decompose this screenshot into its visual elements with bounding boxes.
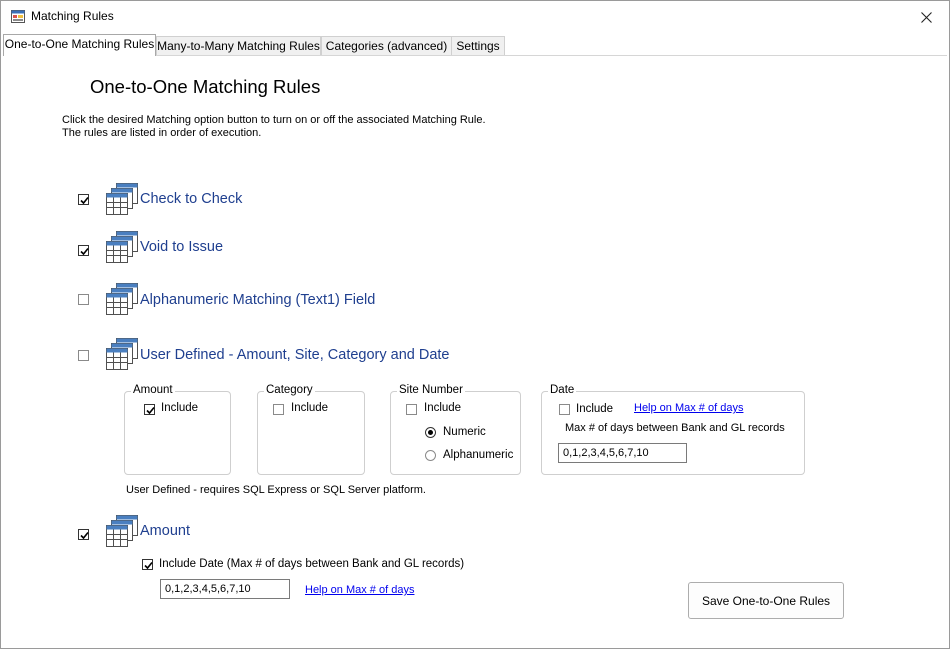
table-stack-icon <box>106 515 138 547</box>
amount-include-label: Include <box>161 402 199 414</box>
category-include-label: Include <box>291 402 329 414</box>
date-max-days-label: Max # of days between Bank and GL record… <box>565 422 785 434</box>
date-max-days-input[interactable]: 0,1,2,3,4,5,6,7,10 <box>558 443 687 463</box>
rule-checkbox-amount[interactable] <box>78 529 89 540</box>
group-title: Amount <box>131 384 175 396</box>
save-one-to-one-rules-button[interactable]: Save One-to-One Rules <box>688 582 844 619</box>
page-description: Click the desired Matching option button… <box>62 114 486 139</box>
checkmark-icon <box>80 196 89 205</box>
amount-include-date-checkbox[interactable] <box>142 559 153 570</box>
rule-label-alphanumeric[interactable]: Alphanumeric Matching (Text1) Field <box>140 292 375 308</box>
rule-label-void-to-issue[interactable]: Void to Issue <box>140 239 223 255</box>
checkmark-icon <box>80 247 89 256</box>
group-date: Date Include Help on Max # of days Max #… <box>541 384 805 475</box>
tab-one-to-one[interactable]: One-to-One Matching Rules <box>3 34 156 56</box>
title-bar: Matching Rules <box>1 1 949 33</box>
table-stack-icon <box>106 338 138 370</box>
site-alphanumeric-label: Alphanumeric <box>443 449 514 461</box>
date-include-label: Include <box>576 403 614 415</box>
app-window-icon <box>11 10 25 23</box>
group-title: Category <box>264 384 315 396</box>
group-title: Site Number <box>397 384 465 396</box>
tab-label: Categories (advanced) <box>325 39 448 53</box>
category-include-checkbox[interactable] <box>273 404 284 415</box>
tab-settings[interactable]: Settings <box>451 36 505 55</box>
group-category: Category Include <box>257 384 365 475</box>
rule-label-check-to-check[interactable]: Check to Check <box>140 191 242 207</box>
close-icon <box>920 11 932 23</box>
checkmark-icon <box>146 406 155 415</box>
site-numeric-radio[interactable] <box>425 427 436 438</box>
tab-many-to-many[interactable]: Many-to-Many Matching Rules <box>156 36 321 55</box>
amount-include-date-label: Include Date (Max # of days between Bank… <box>159 558 465 570</box>
page-title: One-to-One Matching Rules <box>90 76 321 97</box>
date-help-link[interactable]: Help on Max # of days <box>634 402 743 414</box>
rule-checkbox-user-defined[interactable] <box>78 350 89 361</box>
user-defined-note: User Defined - requires SQL Express or S… <box>126 484 426 496</box>
amount-help-link[interactable]: Help on Max # of days <box>305 584 414 596</box>
matching-rules-window: Matching Rules One-to-One Matching Rules… <box>0 0 950 649</box>
group-title: Date <box>548 384 577 396</box>
group-amount: Amount Include <box>124 384 231 475</box>
checkmark-icon <box>144 561 153 570</box>
tab-label: One-to-One Matching Rules <box>4 37 155 51</box>
rule-checkbox-alphanumeric[interactable] <box>78 294 89 305</box>
tab-categories[interactable]: Categories (advanced) <box>321 36 452 55</box>
table-stack-icon <box>106 183 138 215</box>
rule-checkbox-void-to-issue[interactable] <box>78 245 89 256</box>
site-include-label: Include <box>424 402 462 414</box>
rule-checkbox-check-to-check[interactable] <box>78 194 89 205</box>
site-alphanumeric-radio[interactable] <box>425 450 436 461</box>
table-stack-icon <box>106 231 138 263</box>
window-title: Matching Rules <box>31 9 114 23</box>
site-include-checkbox[interactable] <box>406 404 417 415</box>
rule-label-user-defined[interactable]: User Defined - Amount, Site, Category an… <box>140 347 450 363</box>
amount-max-days-input[interactable]: 0,1,2,3,4,5,6,7,10 <box>160 579 290 599</box>
date-include-checkbox[interactable] <box>559 404 570 415</box>
tab-panel-one-to-one: One-to-One Matching Rules Click the desi… <box>3 55 947 648</box>
amount-include-checkbox[interactable] <box>144 404 155 415</box>
checkmark-icon <box>80 531 89 540</box>
tab-label: Settings <box>456 39 500 53</box>
table-stack-icon <box>106 283 138 315</box>
radio-dot <box>428 430 433 435</box>
close-button[interactable] <box>903 1 949 33</box>
tab-label: Many-to-Many Matching Rules <box>157 39 320 53</box>
site-numeric-label: Numeric <box>443 426 486 438</box>
rule-label-amount[interactable]: Amount <box>140 523 190 539</box>
group-site-number: Site Number Include Numeric Alphanumeric <box>390 384 521 475</box>
